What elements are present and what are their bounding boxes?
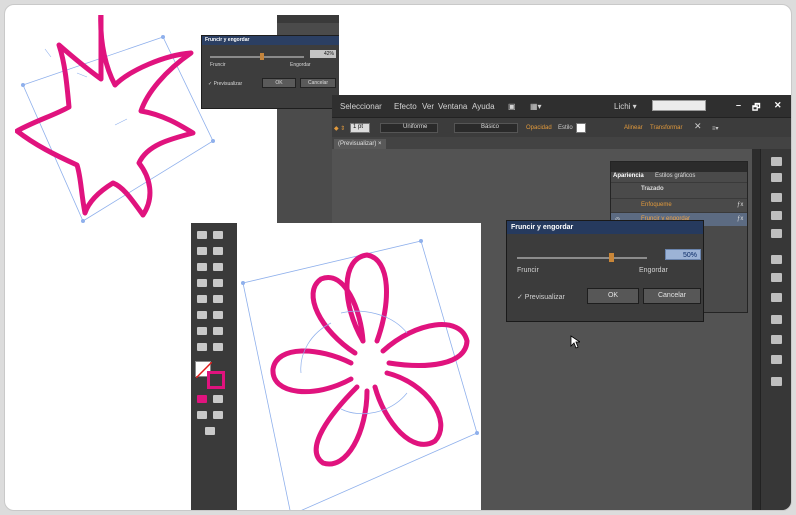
flower-screenshot — [191, 223, 481, 510]
preview-checkbox[interactable]: ✓ Previsualizar — [208, 81, 242, 87]
menu-item[interactable]: Ayuda — [472, 102, 495, 111]
minimize-icon[interactable]: – — [736, 100, 741, 110]
panel-dock — [760, 149, 791, 510]
stroke-weight-field[interactable]: 1 pt — [350, 123, 370, 133]
fx-icon: ƒx — [737, 202, 744, 208]
options-icon[interactable]: ≡▾ — [712, 125, 719, 132]
panel-icon[interactable] — [771, 157, 782, 166]
panel-icon[interactable] — [771, 273, 782, 282]
ok-button[interactable]: OK — [262, 78, 296, 88]
opacity-link[interactable]: Opacidad — [526, 125, 552, 131]
style-swatch[interactable] — [576, 123, 586, 133]
menu-item[interactable]: Ver — [422, 102, 434, 111]
percent-field[interactable]: 42% — [310, 50, 336, 58]
search-input[interactable] — [652, 100, 706, 111]
slider-thumb[interactable] — [609, 253, 614, 262]
brush-dropdown[interactable]: Básico — [454, 123, 518, 133]
tab-appearance[interactable]: Apariencia — [613, 173, 644, 179]
stroke-stepper-icon[interactable]: ◆ ⇕ — [334, 125, 345, 132]
panel-icon[interactable] — [771, 173, 782, 182]
appearance-row[interactable]: Trazado — [611, 182, 747, 196]
style-label: Estilo — [558, 125, 573, 131]
pucker-bloat-dialog-small: Fruncir y engordar 42% Fruncir Engordar … — [201, 35, 339, 109]
vertical-scrollbar[interactable] — [752, 149, 760, 510]
preview-checkbox[interactable]: ✓ Previsualizar — [517, 293, 565, 301]
profile-dropdown[interactable]: Uniforme — [380, 123, 438, 133]
bloat-label: Engordar — [290, 62, 311, 68]
bloat-label: Engordar — [639, 267, 668, 274]
restore-icon[interactable]: 🗗 — [752, 100, 760, 116]
bridge-icon[interactable]: ▣ — [508, 102, 516, 111]
panel-icon[interactable] — [771, 255, 782, 264]
appearance-row[interactable]: Enfoqueme ƒx — [611, 198, 747, 212]
panel-icon[interactable] — [771, 293, 782, 302]
flower-shape — [270, 252, 470, 467]
panel-icon[interactable] — [771, 355, 782, 364]
fx-icon: ƒx — [737, 216, 744, 222]
dialog-title: Fruncir y engordar — [202, 36, 339, 45]
menu-item[interactable]: Seleccionar — [340, 102, 382, 111]
isolate-icon[interactable]: ✕ — [694, 121, 702, 132]
tab-graphic-styles[interactable]: Estilos gráficos — [655, 173, 695, 179]
panel-icon[interactable] — [771, 229, 782, 238]
control-bar: ◆ ⇕ 1 pt Uniforme Básico Opacidad Estilo… — [332, 117, 791, 137]
transform-link[interactable]: Transformar — [650, 125, 682, 131]
arrange-icon[interactable]: ▦▾ — [530, 102, 542, 111]
menu-bar: Seleccionar Efecto Ver Ventana Ayuda ▣ ▦… — [332, 95, 791, 117]
mouse-cursor-icon — [570, 335, 580, 349]
cancel-button[interactable]: Cancelar — [643, 288, 701, 304]
panel-icon[interactable] — [771, 377, 782, 386]
illustration-frame: Fruncir y engordar 42% Fruncir Engordar … — [4, 4, 792, 511]
document-tab[interactable]: (Previsualizar) × — [334, 139, 386, 149]
flower-artwork — [241, 239, 479, 510]
pucker-bloat-dialog: Fruncir y engordar 50% Fruncir Engordar … — [506, 220, 704, 322]
pucker-label: Fruncir — [210, 62, 226, 68]
pucker-slider[interactable] — [517, 253, 647, 262]
panel-icon[interactable] — [771, 211, 782, 220]
dialog-title: Fruncir y engordar — [507, 221, 703, 234]
pucker-slider[interactable] — [210, 53, 304, 60]
panel-icon[interactable] — [771, 315, 782, 324]
close-icon[interactable]: ✕ — [774, 100, 782, 111]
cancel-button[interactable]: Cancelar — [300, 78, 336, 88]
star-screenshot: Fruncir y engordar 42% Fruncir Engordar … — [15, 15, 339, 225]
panel-icon[interactable] — [771, 193, 782, 202]
align-link[interactable]: Alinear — [624, 125, 643, 131]
menu-item[interactable]: Ventana — [438, 102, 467, 111]
slider-thumb[interactable] — [260, 53, 264, 60]
pucker-label: Fruncir — [517, 267, 539, 274]
menu-item[interactable]: Efecto — [394, 102, 417, 111]
percent-field[interactable]: 50% — [665, 249, 701, 260]
document-tabs: (Previsualizar) × — [332, 137, 791, 149]
panel-icon[interactable] — [771, 335, 782, 344]
flower-bounding-box — [242, 240, 478, 510]
ok-button[interactable]: OK — [587, 288, 639, 304]
workspace-switcher[interactable]: Lichi ▾ — [614, 102, 637, 111]
